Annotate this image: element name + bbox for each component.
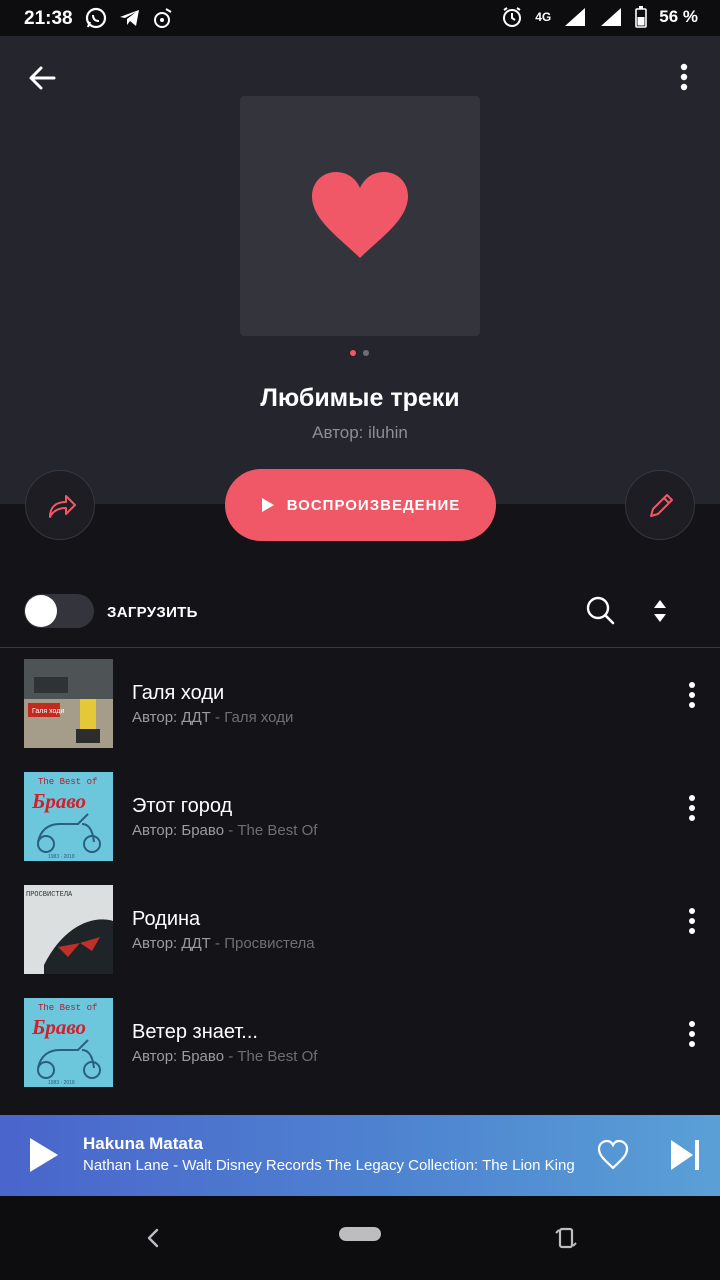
track-title: Галя ходи [132, 682, 225, 704]
mini-player[interactable]: Hakuna Matata Nathan Lane - Walt Disney … [0, 1115, 720, 1196]
play-all-label: ВОСПРОИЗВЕДЕНИЕ [286, 496, 461, 514]
track-more-icon[interactable] [682, 1020, 702, 1048]
whatsapp-icon [85, 7, 107, 29]
track-title: Родина [132, 908, 201, 930]
edit-button[interactable] [625, 470, 695, 540]
alarm-icon [503, 7, 522, 27]
signal-icon [565, 8, 586, 26]
track-title: Этот город [132, 795, 233, 817]
play-icon[interactable] [26, 1135, 62, 1175]
system-status: 4G 56 % [501, 6, 698, 28]
list-controls: ЗАГРУЗИТЬ [0, 584, 720, 640]
track-row[interactable]: The Best of Браво 1983 · 2018 Этот город… [0, 760, 720, 873]
telegram-icon [120, 10, 139, 26]
playlist-author: Автор: iluhin [312, 423, 408, 442]
track-row[interactable]: ПРОСВИСТЕЛА Родина Автор: ДДТ - Просвист… [0, 873, 720, 986]
playlist-cover [240, 96, 480, 336]
track-artist: Автор: ДДТ [132, 709, 211, 726]
album-art-label: The Best of [38, 1003, 97, 1013]
music-app-icon [154, 8, 172, 28]
track-artist: Автор: Браво [132, 822, 225, 839]
now-playing-artist: Nathan Lane - Walt Disney Records The Le… [83, 1157, 575, 1174]
track-album: - The Best Of [224, 1048, 318, 1065]
pencil-icon [650, 494, 673, 517]
share-button[interactable] [25, 470, 95, 540]
more-options-icon[interactable] [668, 60, 700, 96]
heart-icon [312, 172, 408, 258]
track-album: - Просвистела [210, 935, 315, 952]
track-album: - The Best Of [224, 822, 318, 839]
track-meta: Автор: Браво - The Best Of [132, 822, 317, 839]
track-album: - Галя ходи [210, 709, 294, 726]
toggle-knob [25, 595, 57, 627]
track-artist: Автор: Браво [132, 1048, 225, 1065]
album-art: The Best of Браво 1983 · 2018 [24, 772, 113, 861]
track-row[interactable]: The Best of Браво 1983 · 2018 Ветер знае… [0, 986, 720, 1099]
status-time: 21:38 [24, 8, 73, 29]
track-meta: Автор: ДДТ - Просвистела [132, 935, 315, 952]
download-label: ЗАГРУЗИТЬ [107, 604, 198, 621]
track-title: Ветер знает... [132, 1021, 258, 1043]
track-more-icon[interactable] [682, 681, 702, 709]
cover-pager-dots [350, 350, 369, 356]
notification-icons [84, 6, 174, 30]
sort-icon[interactable] [648, 594, 672, 626]
download-toggle[interactable] [24, 594, 94, 628]
album-art-label: The Best of [38, 777, 97, 787]
status-bar: 21:38 4G 56 % [0, 0, 720, 36]
track-artist: Автор: ДДТ [132, 935, 211, 952]
track-meta: Автор: Браво - The Best Of [132, 1048, 317, 1065]
nav-home-button[interactable] [339, 1227, 381, 1241]
signal-icon-2 [601, 8, 622, 26]
back-arrow-icon[interactable] [24, 60, 60, 96]
album-art-logo: Браво [31, 1015, 86, 1039]
album-art-label: Галя ходи [32, 708, 64, 715]
pager-dot [363, 350, 369, 356]
now-playing-title: Hakuna Matata [83, 1134, 203, 1153]
pager-dot-active [350, 350, 356, 356]
rotate-screen-icon[interactable] [552, 1224, 580, 1252]
battery-icon [635, 6, 648, 28]
network-type: 4G [535, 10, 552, 24]
nav-back-icon[interactable] [142, 1226, 164, 1250]
album-art: ПРОСВИСТЕЛА [24, 885, 113, 974]
album-art: Галя ходи [24, 659, 113, 748]
track-more-icon[interactable] [682, 794, 702, 822]
album-art-label: ПРОСВИСТЕЛА [26, 891, 73, 899]
search-icon[interactable] [584, 594, 616, 626]
play-all-button[interactable]: ВОСПРОИЗВЕДЕНИЕ [225, 469, 496, 541]
skip-next-icon[interactable] [668, 1137, 702, 1173]
album-art-logo: Браво [31, 789, 86, 813]
track-row[interactable]: Галя ходи Галя ходи Автор: ДДТ - Галя хо… [0, 647, 720, 760]
playlist-title: Любимые треки [260, 384, 460, 412]
album-art-years: 1983 · 2018 [48, 854, 75, 860]
track-more-icon[interactable] [682, 907, 702, 935]
battery-level: 56 % [659, 7, 698, 26]
track-meta: Автор: ДДТ - Галя ходи [132, 709, 293, 726]
system-nav-bar [0, 1196, 720, 1280]
share-icon [49, 495, 76, 518]
play-icon [261, 498, 274, 512]
album-art: The Best of Браво 1983 · 2018 [24, 998, 113, 1087]
album-art-years: 1983 · 2018 [48, 1080, 75, 1086]
heart-outline-icon[interactable] [596, 1138, 630, 1172]
